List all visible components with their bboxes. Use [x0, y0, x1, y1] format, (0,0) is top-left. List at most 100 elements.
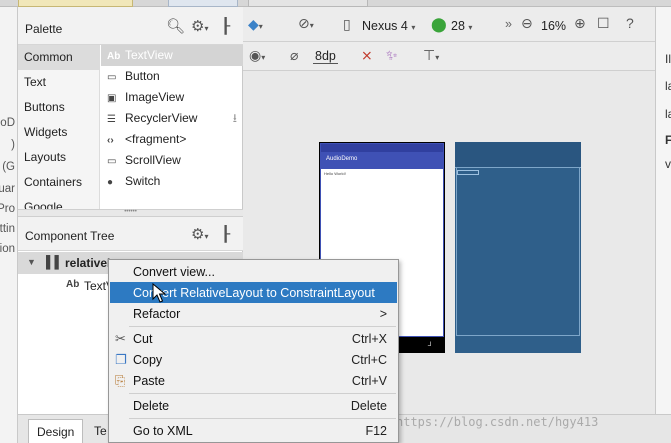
palette-item-label: RecyclerView: [125, 111, 198, 125]
tab-design[interactable]: Design: [28, 419, 84, 443]
menu-item-convert-view[interactable]: Convert view...: [110, 261, 397, 282]
tab-app[interactable]: [168, 0, 238, 7]
default-margin[interactable]: 8dp: [313, 49, 338, 64]
palette-item-recyclerview[interactable]: ☰ RecyclerView ⭳: [101, 108, 243, 129]
image-icon: ▣: [107, 93, 117, 104]
collapse-panel-icon[interactable]: ┠: [221, 17, 230, 35]
component-tree-header: Component Tree ⚙▾ ┠: [18, 217, 243, 251]
menu-item-label: Delete: [133, 399, 170, 413]
app-bar: AudioDemo: [321, 152, 443, 169]
status-bar: [321, 144, 443, 152]
palette-title: Palette: [25, 22, 63, 36]
category-containers[interactable]: Containers: [18, 170, 100, 195]
blueprint-textview[interactable]: [457, 170, 479, 175]
category-google[interactable]: Google: [18, 195, 100, 209]
blueprint-appbar: [455, 142, 581, 168]
menu-shortcut: Ctrl+V: [351, 374, 387, 388]
menu-item-label: Paste: [133, 374, 165, 388]
api-level-selector[interactable]: 28 ▾: [451, 19, 472, 33]
attribute-fragment: v: [665, 157, 671, 171]
menu-item-paste[interactable]: ⎘ Paste Ctrl+V: [110, 370, 397, 391]
menu-item-refactor[interactable]: Refactor >: [110, 303, 397, 324]
palette-item-scrollview[interactable]: ▭ ScrollView: [101, 150, 243, 171]
device-selector[interactable]: Nexus 4 ▾: [362, 19, 415, 33]
download-icon[interactable]: ⭳: [233, 108, 237, 129]
magnet-off-icon[interactable]: ⌀: [290, 47, 298, 64]
app-title: AudioDemo: [326, 156, 358, 162]
palette-item-label: <fragment>: [125, 132, 187, 146]
category-common[interactable]: Common: [18, 45, 100, 70]
menu-item-delete[interactable]: Delete Delete: [110, 395, 397, 416]
zoom-in-icon[interactable]: ⊕: [574, 15, 586, 32]
menu-item-label: Convert RelativeLayout to ConstraintLayo…: [133, 286, 375, 300]
zoom-out-icon[interactable]: ⊖: [521, 15, 533, 32]
menu-item-cut[interactable]: ✂ Cut Ctrl+X: [110, 328, 397, 349]
project-text-fragment: ation: [0, 243, 15, 255]
gear-icon[interactable]: ⚙▾: [191, 17, 208, 35]
clear-constraints-icon[interactable]: ⨯: [361, 47, 373, 64]
menu-separator: [129, 326, 396, 327]
category-buttons[interactable]: Buttons: [18, 95, 100, 120]
project-text-fragment: ): [11, 139, 15, 151]
menu-item-go-to-xml[interactable]: Go to XML F12: [110, 420, 397, 441]
align-icon[interactable]: ⊤▾: [423, 47, 439, 64]
menu-item-label: Cut: [133, 332, 153, 346]
scrollview-icon: ▭: [107, 156, 117, 167]
design-toolbar: ◆▾ ⊘▾ ▯ Nexus 4 ▾ ⬤ 28 ▾ » ⊖ 16% ⊕ ☐ ?: [243, 7, 655, 42]
panel-splitter[interactable]: ••••••: [18, 209, 243, 217]
palette-panel: Palette 🔍︎ ⚙▾ ┠ Common Text Buttons Widg…: [18, 7, 243, 209]
menu-item-label: Go to XML: [133, 424, 193, 438]
layout-icon: ▌▌: [46, 255, 64, 269]
category-layouts[interactable]: Layouts: [18, 145, 100, 170]
layers-icon[interactable]: ◆▾: [248, 16, 263, 33]
palette-categories: Common Text Buttons Widgets Layouts Cont…: [18, 45, 100, 209]
api-level-label: 28: [451, 19, 465, 33]
category-text[interactable]: Text: [18, 70, 100, 95]
zoom-fit-icon[interactable]: ☐: [597, 15, 610, 32]
paste-icon: ⎘: [115, 373, 126, 388]
menu-shortcut: F12: [365, 424, 387, 438]
hello-text: Hello World!: [324, 171, 346, 176]
palette-items: Ab TextView ▭ Button ▣ ImageView ☰ RecyclerV…: [101, 45, 243, 209]
project-text-fragment: uar: [0, 183, 15, 195]
help-icon[interactable]: ?: [626, 15, 634, 31]
scissors-icon: ✂: [115, 331, 126, 346]
project-text-fragment: s (G: [0, 161, 15, 173]
search-icon[interactable]: 🔍︎: [166, 17, 185, 35]
watermark: https://blog.csdn.net/hgy413: [396, 415, 599, 429]
palette-item-textview[interactable]: Ab TextView: [101, 45, 243, 66]
project-text-fragment: oD: [0, 117, 15, 129]
collapse-panel-icon[interactable]: ┠: [221, 225, 230, 243]
list-icon: ☰: [107, 114, 116, 125]
android-icon[interactable]: ⬤: [431, 16, 447, 33]
tab-activity-main[interactable]: [18, 0, 133, 7]
palette-item-imageview[interactable]: ▣ ImageView: [101, 87, 243, 108]
attribute-fragment: F: [665, 133, 671, 147]
infer-constraints-icon[interactable]: ✨︎: [386, 47, 398, 64]
blueprint-preview[interactable]: [455, 142, 581, 353]
palette-item-button[interactable]: ▭ Button: [101, 66, 243, 87]
palette-item-fragment[interactable]: ‹› <fragment>: [101, 129, 243, 150]
zoom-level: 16%: [541, 19, 567, 33]
submenu-arrow-icon: >: [379, 307, 387, 321]
button-icon: ▭: [107, 72, 117, 83]
device-label: Nexus 4: [362, 19, 408, 33]
menu-shortcut: Ctrl+C: [351, 353, 387, 367]
overflow-icon[interactable]: »: [505, 17, 512, 31]
switch-icon: ●: [107, 177, 114, 188]
tab-main-activity[interactable]: [248, 0, 368, 7]
device-icon[interactable]: ▯: [343, 16, 351, 33]
eye-icon[interactable]: ◉▾: [249, 47, 265, 64]
resize-handle-icon[interactable]: ┘: [428, 343, 433, 350]
expand-arrow-icon[interactable]: ▼: [27, 257, 36, 267]
attributes-panel-edge: Il la la F v: [655, 7, 671, 414]
palette-item-switch[interactable]: ● Switch: [101, 171, 243, 192]
palette-item-label: Button: [125, 69, 160, 83]
category-widgets[interactable]: Widgets: [18, 120, 100, 145]
orientation-icon[interactable]: ⊘▾: [298, 15, 314, 32]
menu-item-copy[interactable]: ❐ Copy Ctrl+C: [110, 349, 397, 370]
attribute-fragment: la: [665, 107, 671, 121]
palette-header: Palette 🔍︎ ⚙▾ ┠: [18, 7, 243, 45]
gear-icon[interactable]: ⚙▾: [191, 225, 208, 243]
component-tree-title: Component Tree: [25, 229, 115, 243]
